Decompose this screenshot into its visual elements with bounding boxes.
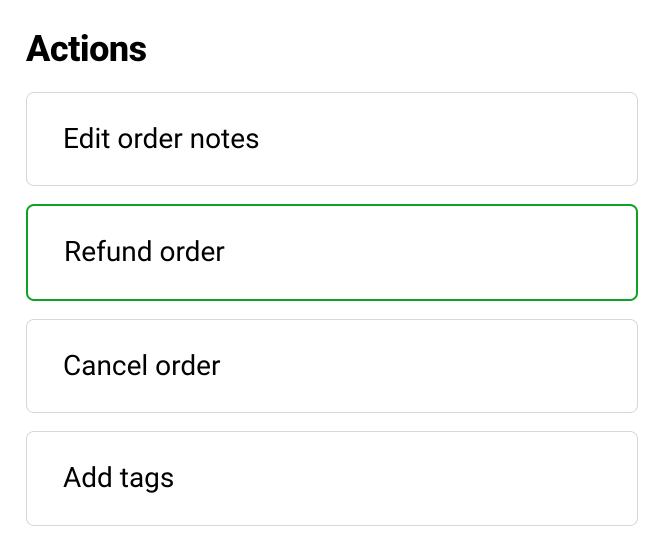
add-tags-button[interactable]: Add tags — [26, 431, 638, 525]
edit-order-notes-button[interactable]: Edit order notes — [26, 92, 638, 186]
action-list: Edit order notes Refund order Cancel ord… — [26, 92, 638, 526]
refund-order-button[interactable]: Refund order — [26, 204, 638, 300]
cancel-order-button[interactable]: Cancel order — [26, 319, 638, 413]
actions-title: Actions — [26, 28, 638, 70]
